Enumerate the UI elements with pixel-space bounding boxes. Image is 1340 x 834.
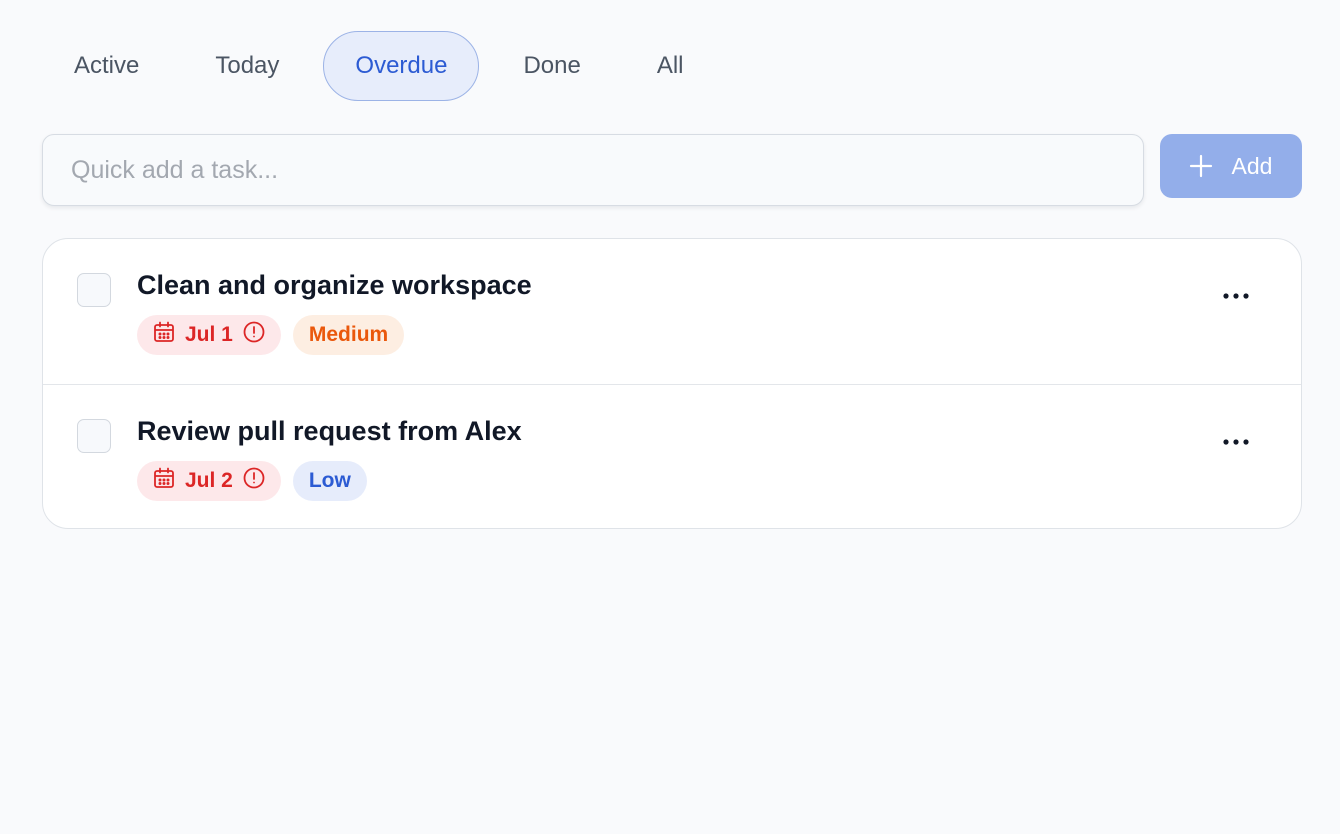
overdue-alert-icon	[243, 321, 265, 349]
task-meta: Jul 1 Medium	[137, 315, 405, 355]
task-checkbox[interactable]	[77, 273, 111, 307]
task-item: Review pull request from Alex Jul 2 Low	[43, 384, 1301, 528]
due-date-badge[interactable]: Jul 2	[137, 461, 281, 501]
more-options-icon[interactable]	[1221, 281, 1251, 311]
tab-all[interactable]: All	[625, 31, 716, 101]
due-date-text: Jul 1	[185, 323, 233, 346]
tab-active[interactable]: Active	[42, 31, 171, 101]
calendar-icon	[153, 467, 175, 495]
filter-tabs: Active Today Overdue Done All	[42, 31, 728, 101]
add-task-button[interactable]: Add	[1160, 134, 1302, 198]
add-button-label: Add	[1231, 152, 1273, 179]
tab-overdue[interactable]: Overdue	[323, 31, 480, 101]
task-item: Clean and organize workspace Jul 1 Mediu…	[43, 239, 1301, 384]
task-meta: Jul 2 Low	[137, 461, 367, 501]
more-options-icon[interactable]	[1221, 427, 1251, 457]
task-title[interactable]: Clean and organize workspace	[137, 270, 532, 301]
priority-badge: Low	[292, 461, 367, 501]
overdue-alert-icon	[243, 467, 265, 495]
calendar-icon	[153, 321, 175, 349]
task-checkbox[interactable]	[77, 419, 111, 453]
task-title[interactable]: Review pull request from Alex	[137, 416, 522, 447]
due-date-text: Jul 2	[185, 469, 233, 492]
tab-today[interactable]: Today	[183, 31, 311, 101]
priority-badge: Medium	[292, 315, 405, 355]
quick-add-input[interactable]	[69, 154, 1117, 186]
due-date-badge[interactable]: Jul 1	[137, 315, 281, 355]
tab-done[interactable]: Done	[491, 31, 612, 101]
plus-icon	[1189, 154, 1212, 178]
quick-add-field[interactable]	[42, 134, 1144, 206]
task-list: Clean and organize workspace Jul 1 Mediu…	[42, 238, 1302, 529]
